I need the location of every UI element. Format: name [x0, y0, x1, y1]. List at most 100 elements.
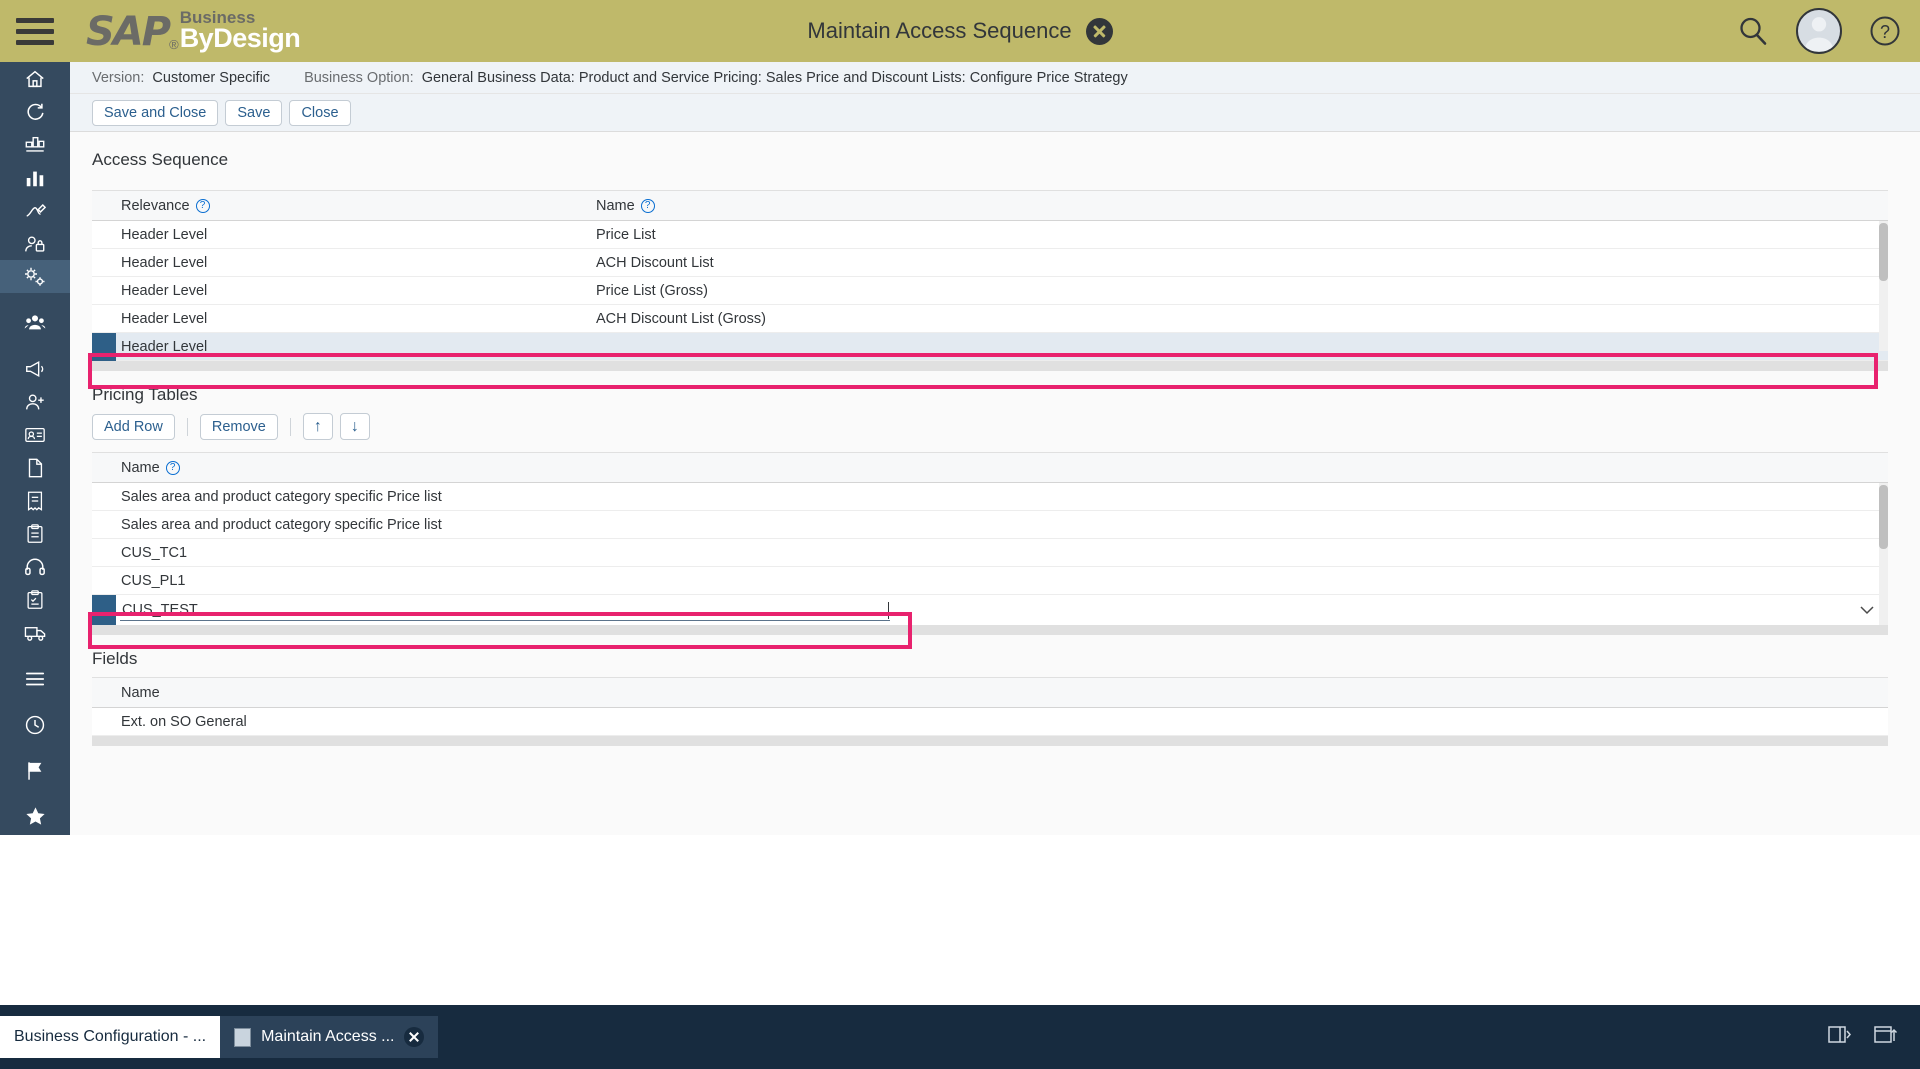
sidebar-item-headset[interactable] — [0, 550, 70, 583]
action-toolbar: Save and Close Save Close — [70, 94, 1920, 132]
sidebar-item-people[interactable] — [0, 306, 70, 339]
table-row[interactable]: CUS_PL1 — [92, 567, 1888, 595]
sidebar-item-home[interactable] — [0, 62, 70, 95]
help-icon[interactable]: ? — [195, 198, 210, 213]
sidebar-item-clock[interactable] — [0, 708, 70, 741]
cell-relevance: Header Level — [121, 338, 208, 355]
side-panel-icon[interactable] — [1828, 1024, 1852, 1051]
search-icon[interactable] — [1736, 14, 1770, 48]
access-sequence-horizontal-scrollbar[interactable] — [92, 361, 1888, 371]
cell-name: Sales area and product category specific… — [121, 516, 442, 533]
sidebar-item-refresh[interactable] — [0, 95, 70, 128]
arrow-up-icon[interactable]: ↑ — [302, 413, 333, 440]
fields-horizontal-scrollbar[interactable] — [92, 736, 1888, 746]
sidebar-item-access-rights[interactable] — [0, 227, 70, 260]
sidebar-item-id-card[interactable] — [0, 418, 70, 451]
column-header-name[interactable]: Name ? — [596, 198, 1556, 214]
chevron-down-icon[interactable] — [1860, 603, 1874, 618]
sidebar-item-list[interactable] — [0, 662, 70, 695]
taskbar-item-business-configuration[interactable]: Business Configuration - ... — [0, 1016, 221, 1058]
bottom-taskbar: Business Configuration - ... Maintain Ac… — [0, 1005, 1920, 1069]
row-marker — [92, 221, 116, 249]
table-row[interactable]: Sales area and product category specific… — [92, 483, 1888, 511]
table-row[interactable]: Header Level ACH Discount List (Gross) — [92, 305, 1888, 333]
pricing-tables-header-row: Name ? — [92, 453, 1888, 483]
fields-table: Name Ext. on SO General — [92, 677, 1888, 746]
column-header-relevance[interactable]: Relevance ? — [116, 198, 596, 214]
close-icon[interactable] — [404, 1027, 425, 1047]
save-and-close-button[interactable]: Save and Close — [92, 99, 219, 126]
row-marker — [92, 249, 116, 277]
cell-relevance: Header Level — [121, 310, 208, 327]
sidebar-item-tasks[interactable] — [0, 583, 70, 616]
open-in-new-window-icon[interactable] — [1874, 1024, 1898, 1051]
info-bar: Version: Customer Specific Business Opti… — [70, 62, 1920, 94]
row-marker — [92, 483, 116, 511]
sidebar-item-invoice[interactable] — [0, 484, 70, 517]
main-content: Version: Customer Specific Business Opti… — [70, 62, 1920, 835]
help-icon[interactable]: ? — [165, 460, 180, 475]
table-row-selected[interactable]: Header Level — [92, 332, 1888, 361]
column-header-name[interactable]: Name ? — [116, 460, 1816, 476]
table-row[interactable]: Header Level Price List (Gross) — [92, 277, 1888, 305]
sap-bydesign-logo[interactable]: SAP ® Business ByDesign — [86, 0, 301, 62]
logo-registered-mark: ® — [169, 37, 179, 52]
table-row[interactable]: Ext. on SO General — [92, 708, 1888, 736]
row-marker-selected — [92, 332, 116, 361]
sidebar-item-delivery[interactable] — [0, 616, 70, 649]
close-button[interactable]: Close — [289, 99, 351, 126]
sidebar-item-analytics[interactable] — [0, 161, 70, 194]
row-marker — [92, 539, 116, 567]
access-sequence-table: Relevance ? Name ? Header Level Price Li… — [92, 190, 1888, 371]
sidebar-item-books[interactable] — [0, 846, 70, 879]
table-row[interactable]: Header Level Price List — [92, 221, 1888, 249]
sidebar-item-clipboard[interactable] — [0, 517, 70, 550]
save-button[interactable]: Save — [225, 99, 283, 126]
cell-name: ACH Discount List — [596, 254, 714, 271]
sidebar-item-contact[interactable] — [0, 385, 70, 418]
help-icon[interactable]: ? — [1868, 14, 1902, 48]
hamburger-bar — [16, 17, 54, 23]
sidebar-item-flag[interactable] — [0, 754, 70, 787]
header-actions: ? — [1736, 0, 1902, 62]
svg-text:?: ? — [1880, 22, 1890, 42]
document-icon — [234, 1027, 252, 1047]
scrollbar-thumb[interactable] — [1879, 485, 1888, 549]
pricing-tables-title: Pricing Tables — [92, 385, 198, 404]
sidebar-item-campaign[interactable] — [0, 352, 70, 385]
pricing-table-name-cell[interactable] — [116, 599, 1888, 621]
sidebar-item-dashboard[interactable] — [0, 128, 70, 161]
remove-button[interactable]: Remove — [199, 413, 278, 440]
taskbar-item-label: Maintain Access ... — [261, 1028, 395, 1045]
table-row-editing[interactable] — [92, 595, 1888, 625]
pricing-table-name-input[interactable] — [120, 599, 890, 621]
help-icon[interactable]: ? — [640, 198, 655, 213]
sidebar-item-signature[interactable] — [0, 194, 70, 227]
table-row[interactable]: Sales area and product category specific… — [92, 511, 1888, 539]
sidebar-item-star[interactable] — [0, 800, 70, 833]
table-row[interactable]: CUS_TC1 — [92, 539, 1888, 567]
version-label: Version: — [92, 69, 145, 86]
sidebar-item-document[interactable] — [0, 451, 70, 484]
hamburger-menu-icon[interactable] — [0, 0, 70, 62]
column-header-name[interactable]: Name — [116, 685, 1816, 701]
taskbar-item-maintain-access-sequence[interactable]: Maintain Access ... — [220, 1016, 439, 1058]
table-row[interactable]: Header Level ACH Discount List — [92, 249, 1888, 277]
text-cursor — [888, 601, 889, 619]
cell-name: CUS_TC1 — [121, 544, 188, 561]
access-sequence-vertical-scrollbar[interactable] — [1879, 221, 1888, 351]
row-marker — [92, 567, 116, 595]
add-row-button[interactable]: Add Row — [92, 413, 175, 440]
pricing-tables-horizontal-scrollbar[interactable] — [92, 625, 1888, 635]
arrow-down-icon[interactable]: ↓ — [339, 413, 370, 440]
scrollbar-thumb[interactable] — [1879, 223, 1888, 281]
version-value: Customer Specific — [152, 69, 271, 86]
cell-name: Price List — [596, 226, 656, 243]
logo-bydesign-text: ByDesign — [179, 23, 301, 54]
sidebar-item-business-configuration[interactable] — [0, 260, 70, 293]
avatar[interactable] — [1796, 8, 1842, 54]
cell-name: Price List (Gross) — [596, 282, 708, 299]
pricing-tables-vertical-scrollbar[interactable] — [1879, 483, 1888, 625]
close-icon[interactable] — [1085, 17, 1113, 45]
left-sidebar — [0, 62, 70, 870]
